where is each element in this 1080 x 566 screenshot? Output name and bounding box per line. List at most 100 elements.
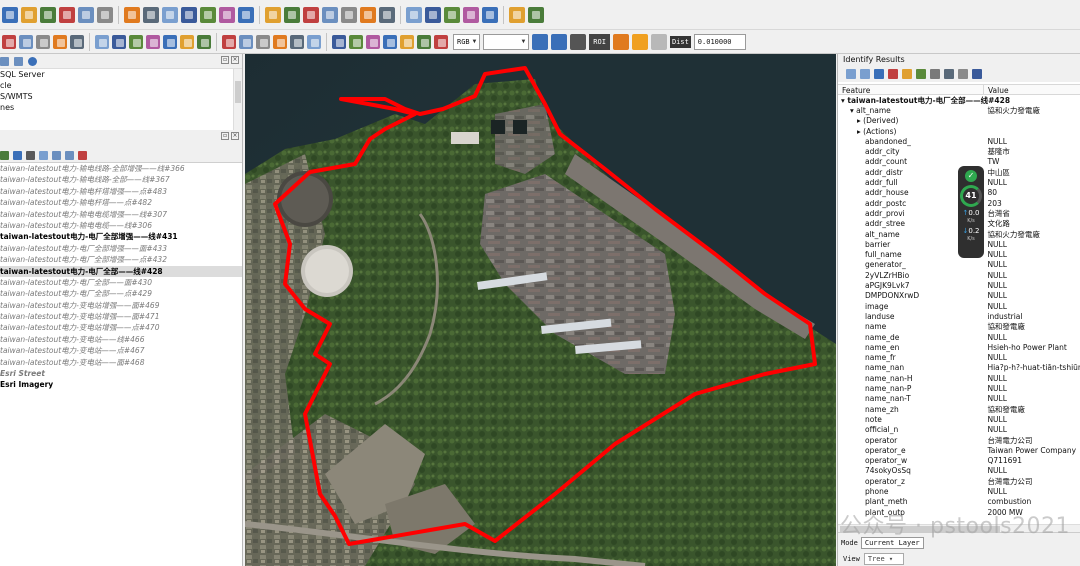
layer-icon[interactable] — [97, 6, 113, 23]
form-annotation-icon[interactable] — [197, 34, 211, 49]
gear-icon[interactable] — [256, 34, 270, 49]
layout-icon[interactable] — [349, 34, 363, 49]
label-pin-icon[interactable] — [284, 6, 300, 23]
layer-item[interactable]: taiwan-latestout电力-变电站——点#467 — [0, 345, 242, 356]
redo-icon[interactable] — [238, 6, 254, 23]
add-icon[interactable] — [631, 33, 648, 50]
filter-legend-icon[interactable] — [26, 150, 35, 160]
attribute-row[interactable]: 2yVLZrHBio NULL — [838, 271, 1080, 281]
open-layer-styling-icon[interactable] — [0, 150, 9, 160]
save-project-icon[interactable] — [2, 6, 18, 23]
attribute-row[interactable]: 74sokyOsSq NULL — [838, 466, 1080, 476]
zoom-in-icon[interactable] — [273, 34, 287, 49]
layer-item[interactable]: taiwan-latestout电力-电厂全部——线#428 — [0, 265, 242, 277]
float-icon[interactable]: ▫ — [221, 132, 229, 140]
digitize-icon[interactable] — [40, 6, 56, 23]
style-icon[interactable] — [239, 34, 253, 49]
layer-item[interactable]: taiwan-latestout电力-变电站——线#466 — [0, 334, 242, 345]
paste-icon[interactable] — [200, 6, 216, 23]
layer-item[interactable]: taiwan-latestout电力-电厂全部增强——线#431 — [0, 231, 242, 242]
browser-item[interactable]: cle — [0, 80, 242, 91]
close-icon[interactable]: × — [231, 132, 239, 140]
help-icon[interactable] — [972, 69, 982, 79]
attribute-row[interactable]: name_fr NULL — [838, 353, 1080, 363]
add-group-icon[interactable] — [13, 150, 22, 160]
satellite-icon[interactable] — [528, 6, 544, 23]
select-icon[interactable] — [59, 6, 75, 23]
attribute-row[interactable]: name_de NULL — [838, 333, 1080, 343]
refresh-icon[interactable] — [290, 34, 304, 49]
label-change-icon[interactable] — [341, 6, 357, 23]
remove-layer-icon[interactable] — [78, 150, 87, 160]
attribute-row[interactable]: name_nan-P NULL — [838, 384, 1080, 394]
attribute-row[interactable]: phone NULL — [838, 487, 1080, 497]
attribute-row[interactable]: aPGJK9Lvk7 NULL — [838, 281, 1080, 291]
attribute-row[interactable]: official_n NULL — [838, 425, 1080, 435]
layer-item[interactable]: taiwan-latestout电力-输电电缆增强——线#307 — [0, 209, 242, 220]
info-icon[interactable] — [28, 56, 37, 66]
attribute-row[interactable]: operator_w Q711691 — [838, 456, 1080, 466]
python-icon[interactable] — [444, 6, 460, 23]
zoom-to-feature-icon[interactable] — [902, 69, 912, 79]
attribute-row[interactable]: plant_meth combustion — [838, 497, 1080, 507]
zoom-icon[interactable] — [78, 6, 94, 23]
identify-mode-icon[interactable] — [944, 69, 954, 79]
save-edits-icon[interactable] — [70, 34, 84, 49]
layer-item[interactable]: taiwan-latestout电力-变电站——面#468 — [0, 357, 242, 368]
hand-icon[interactable] — [406, 6, 422, 23]
collapse-icon[interactable] — [14, 56, 23, 66]
text-annotation-icon[interactable] — [180, 34, 194, 49]
help-icon[interactable] — [509, 6, 525, 23]
attribute-row[interactable]: name 協和發電廠 — [838, 322, 1080, 332]
copy-feature-icon[interactable] — [916, 69, 926, 79]
browser-item[interactable]: nes — [0, 102, 242, 113]
crosshair-icon[interactable] — [332, 34, 346, 49]
actions-row[interactable]: ▸ (Actions) — [838, 127, 1080, 137]
add-feature-icon[interactable] — [129, 34, 143, 49]
attribute-row[interactable]: name_nan Hia?p-h?-huat-tiān-tshiūnn — [838, 363, 1080, 373]
cut-icon[interactable] — [181, 6, 197, 23]
view-select[interactable]: Tree ▾ — [863, 553, 904, 565]
layer-item[interactable]: taiwan-latestout电力-电厂全部——点#429 — [0, 288, 242, 299]
roi-orange-icon[interactable] — [612, 33, 629, 50]
attribute-row[interactable]: name_nan-T NULL — [838, 394, 1080, 404]
layer-item[interactable]: taiwan-latestout电力-输电电缆——线#306 — [0, 220, 242, 231]
attribute-row[interactable]: operator_e Taiwan Power Company — [838, 446, 1080, 456]
attribute-row[interactable]: generator_ NULL — [838, 260, 1080, 270]
expand-tree-icon[interactable] — [846, 69, 856, 79]
edit-pencil-icon[interactable] — [124, 6, 140, 23]
attribute-row[interactable]: addr_count TW — [838, 157, 1080, 167]
attribute-row[interactable]: operator 台灣電力公司 — [838, 436, 1080, 446]
split-icon[interactable] — [163, 34, 177, 49]
attribute-row[interactable]: landuse industrial — [838, 312, 1080, 322]
close-icon[interactable]: × — [231, 56, 239, 64]
attribute-row[interactable]: operator_z 台灣電力公司 — [838, 477, 1080, 487]
label-icon[interactable] — [265, 6, 281, 23]
clear-results-icon[interactable] — [888, 69, 898, 79]
globe-icon[interactable] — [425, 6, 441, 23]
label-rotate-icon[interactable] — [322, 6, 338, 23]
browser-item[interactable]: S/WMTS — [0, 91, 242, 102]
attribute-row[interactable]: image NULL — [838, 302, 1080, 312]
layer-item[interactable]: taiwan-latestout电力-输电杆塔增强——点#483 — [0, 186, 242, 197]
roi-curve-icon[interactable] — [551, 33, 568, 50]
class-select[interactable]: ▼ — [483, 33, 530, 50]
expand-new-icon[interactable] — [874, 69, 884, 79]
dist-input[interactable]: 0.010000 — [693, 33, 746, 50]
browser-item[interactable]: SQL Server — [0, 69, 242, 80]
layer-item[interactable]: taiwan-latestout电力-输电线路-全部——线#367 — [0, 174, 242, 185]
add-vector-icon[interactable] — [19, 34, 33, 49]
vertex-icon[interactable] — [366, 34, 380, 49]
browser-scrollbar[interactable] — [233, 69, 242, 130]
layer-item[interactable]: taiwan-latestout电力-变电站增强——面#471 — [0, 311, 242, 322]
measure-icon[interactable] — [383, 34, 397, 49]
diagram-icon[interactable] — [360, 6, 376, 23]
filter-icon[interactable] — [0, 56, 9, 66]
collapse-all-icon[interactable] — [65, 150, 74, 160]
attribute-row[interactable]: name_nan-H NULL — [838, 374, 1080, 384]
osm-icon[interactable] — [417, 34, 431, 49]
derived-row[interactable]: ▸ (Derived) — [838, 116, 1080, 126]
layer-item[interactable]: Esri Street — [0, 368, 242, 379]
layer-item[interactable]: taiwan-latestout电力-电厂全部增强——点#432 — [0, 254, 242, 265]
layer-item[interactable]: taiwan-latestout电力-输电线路-全部增强——线#366 — [0, 163, 242, 174]
